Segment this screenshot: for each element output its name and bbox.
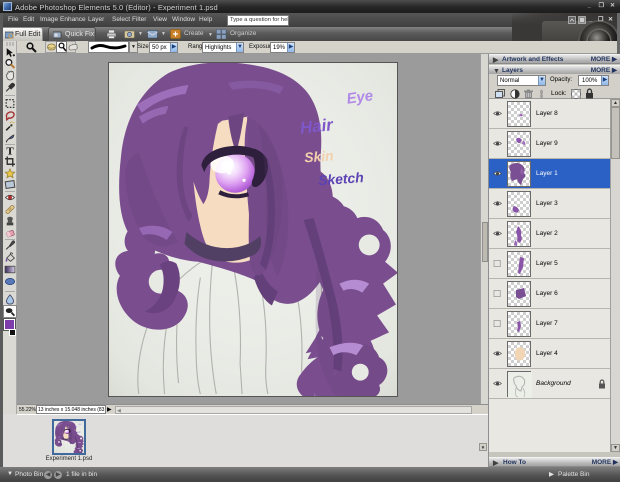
svg-text:T: T [6,145,14,156]
